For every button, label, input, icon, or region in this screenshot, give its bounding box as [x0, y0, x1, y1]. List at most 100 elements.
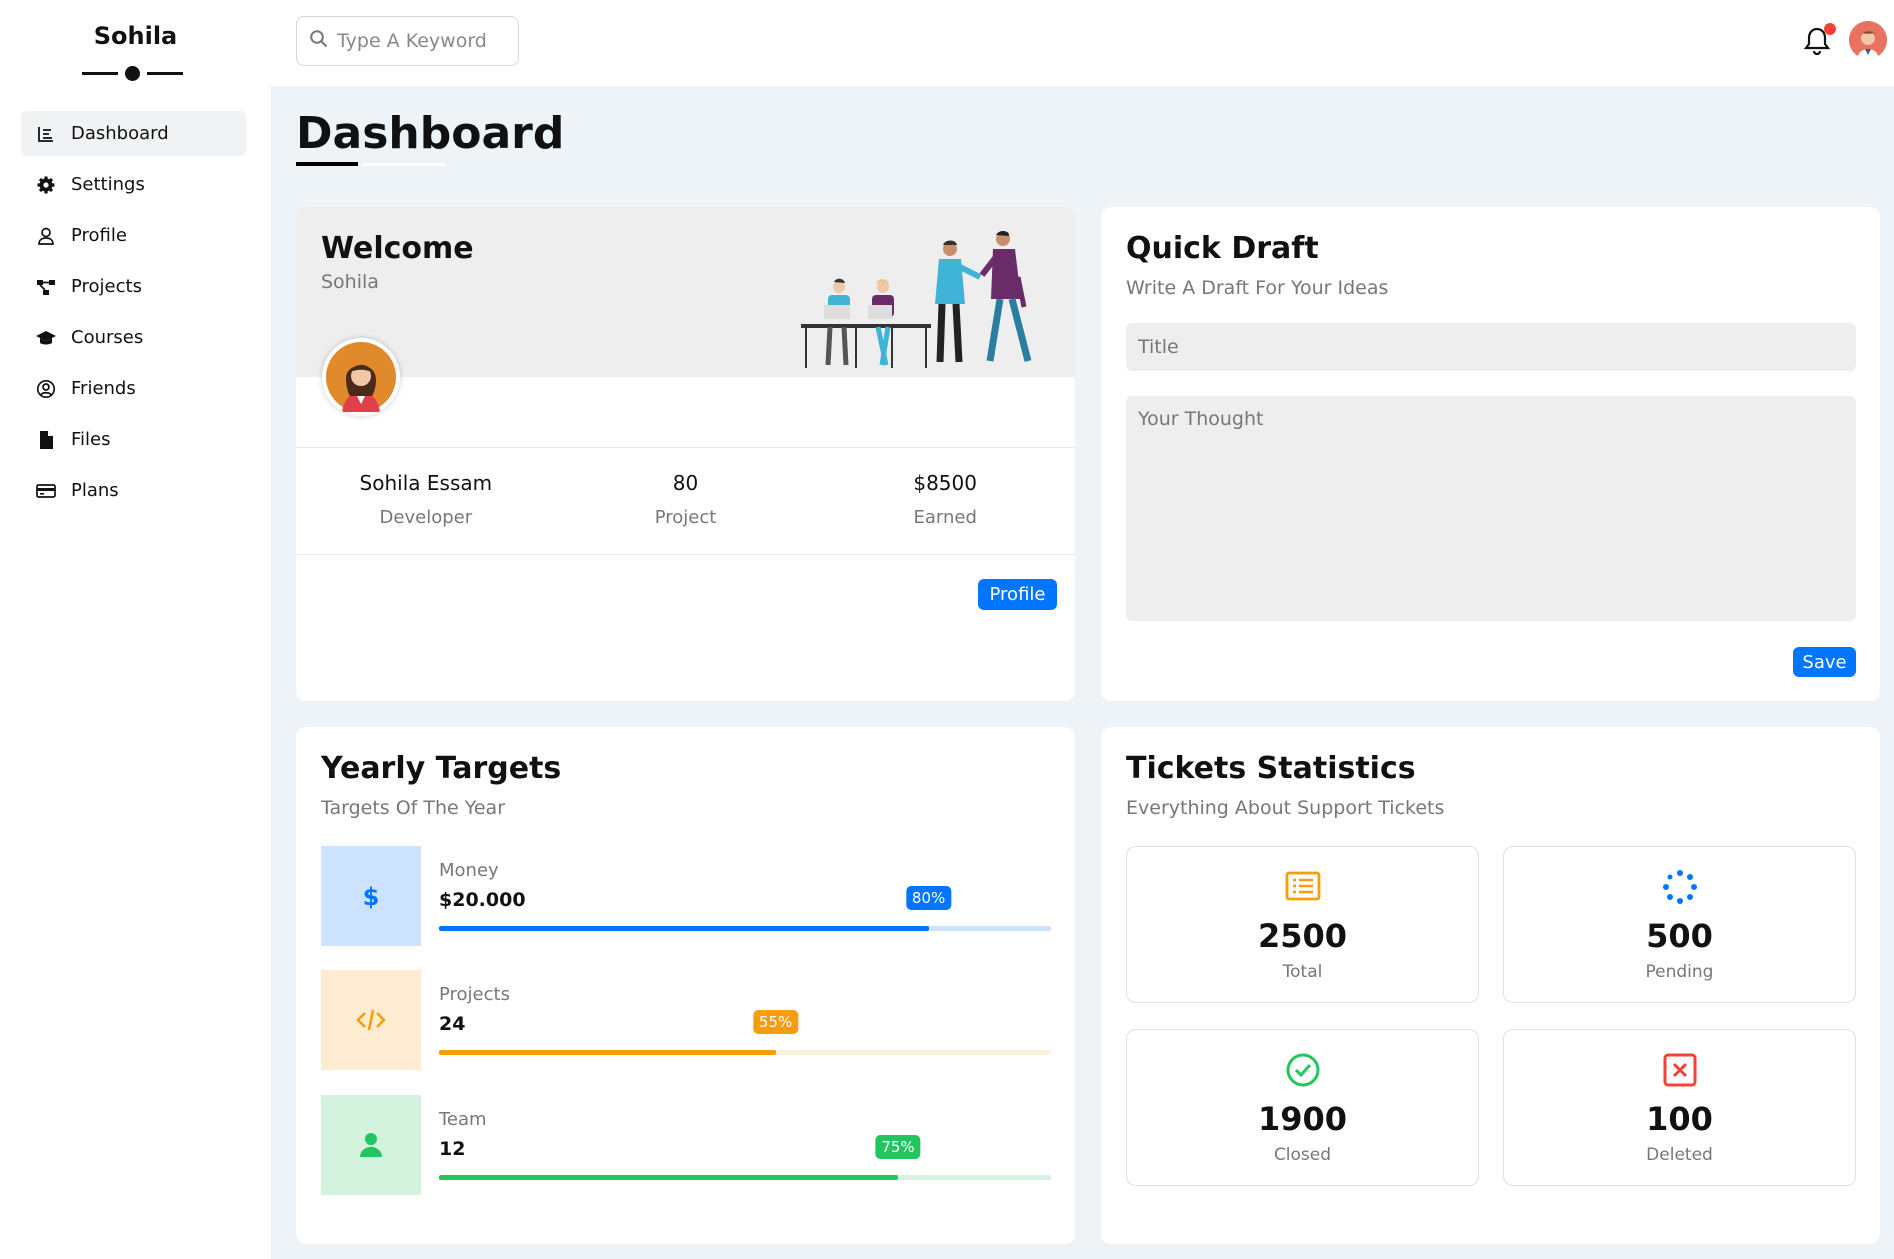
brand-mark [82, 66, 183, 81]
sidebar-item-label: Projects [71, 276, 142, 297]
draft-thought-textarea[interactable] [1126, 396, 1856, 621]
targets-title: Yearly Targets [321, 751, 562, 786]
stat-earned: $8500 Earned [815, 448, 1075, 554]
top-bar [271, 0, 1894, 86]
draft-title-input[interactable] [1126, 323, 1856, 371]
save-button[interactable]: Save [1793, 647, 1856, 677]
welcome-avatar[interactable] [322, 338, 400, 416]
search-input[interactable] [337, 30, 507, 52]
stat-label: Developer [379, 507, 473, 528]
target-value: 24 [439, 1013, 466, 1035]
check-circle-icon [1286, 1053, 1319, 1087]
ticket-count: 1900 [1257, 1100, 1348, 1138]
target-progress-track [439, 1175, 1051, 1180]
stat-value: Sohila Essam [359, 471, 493, 495]
ticket-closed[interactable]: 1900 Closed [1126, 1029, 1479, 1186]
stat-label: Project [654, 507, 717, 528]
ticket-label: Total [1282, 962, 1323, 982]
notification-badge [1824, 23, 1836, 35]
target-icon-box: $ [321, 846, 421, 946]
search-box[interactable] [296, 16, 519, 66]
ticket-total[interactable]: 2500 Total [1126, 846, 1479, 1003]
quick-draft-card: Quick Draft Write A Draft For Your Ideas… [1101, 207, 1880, 701]
sidebar-item-plans[interactable]: Plans [21, 468, 246, 513]
stat-label: Earned [913, 507, 977, 528]
ticket-label: Deleted [1646, 1145, 1713, 1165]
target-progress-fill [439, 926, 929, 931]
target-label: Team [439, 1109, 487, 1130]
target-label: Projects [439, 984, 510, 1005]
yearly-targets-card: Yearly Targets Targets Of The Year $ Mon… [296, 727, 1075, 1244]
sidebar-item-label: Courses [71, 327, 144, 348]
sidebar-item-dashboard[interactable]: Dashboard [21, 111, 246, 156]
sidebar-item-label: Dashboard [71, 123, 169, 144]
ticket-deleted[interactable]: 100 Deleted [1503, 1029, 1856, 1186]
spinner-icon [1662, 870, 1697, 904]
tickets-subtitle: Everything About Support Tickets [1126, 797, 1445, 819]
target-percent-badge: 80% [905, 886, 952, 910]
draft-subtitle: Write A Draft For Your Ideas [1126, 277, 1389, 299]
sidebar-item-label: Plans [71, 480, 119, 501]
sidebar-item-label: Files [71, 429, 111, 450]
list-icon [1285, 871, 1320, 901]
page-title: Dashboard [296, 108, 565, 159]
ticket-pending[interactable]: 500 Pending [1503, 846, 1856, 1003]
target-label: Money [439, 860, 499, 881]
sidebar-item-profile[interactable]: Profile [21, 213, 246, 258]
ticket-label: Pending [1645, 962, 1714, 982]
sidebar-item-settings[interactable]: Settings [21, 162, 246, 207]
sidebar-item-label: Settings [71, 174, 145, 195]
stat-name: Sohila Essam Developer [296, 448, 556, 554]
target-value: $20.000 [439, 889, 526, 911]
team-illustration [801, 230, 1032, 368]
stat-value: $8500 [913, 471, 977, 495]
search-icon [309, 29, 337, 53]
x-square-icon [1663, 1053, 1696, 1087]
ticket-count: 500 [1646, 917, 1713, 955]
welcome-title: Welcome [321, 231, 474, 266]
credit-card-icon [35, 481, 57, 501]
stat-value: 80 [672, 471, 699, 495]
svg-text:$: $ [363, 883, 380, 911]
welcome-header: Welcome Sohila [296, 207, 1075, 377]
stat-projects: 80 Project [556, 448, 816, 554]
welcome-name: Sohila [321, 271, 379, 293]
target-icon-box [321, 1095, 421, 1195]
user-icon [35, 226, 57, 246]
tickets-statistics-card: Tickets Statistics Everything About Supp… [1101, 727, 1880, 1244]
dollar-icon: $ [363, 883, 380, 911]
sidebar-item-files[interactable]: Files [21, 417, 246, 462]
sidebar: Sohila Dashboard Settings Profile Projec… [0, 0, 271, 1259]
brand-name: Sohila [93, 22, 178, 50]
chart-icon [35, 124, 57, 144]
gear-icon [35, 175, 57, 195]
draft-title: Quick Draft [1126, 231, 1319, 266]
file-icon [35, 430, 57, 450]
title-underline-accent [362, 163, 446, 166]
welcome-card: Welcome Sohila Sohila Essam Developer 80… [296, 207, 1075, 701]
target-percent-badge: 55% [752, 1010, 799, 1034]
diagram-icon [35, 277, 57, 297]
target-icon-box [321, 970, 421, 1070]
target-money: $ Money $20.000 80% [321, 846, 1051, 946]
profile-button[interactable]: Profile [978, 579, 1057, 610]
code-icon [356, 1009, 386, 1031]
ticket-count: 2500 [1257, 917, 1348, 955]
target-progress-track [439, 1050, 1051, 1055]
target-progress-fill [439, 1050, 776, 1055]
sidebar-item-courses[interactable]: Courses [21, 315, 246, 360]
avatar[interactable] [1849, 21, 1887, 59]
target-progress-fill [439, 1175, 898, 1180]
target-percent-badge: 75% [875, 1135, 921, 1159]
sidebar-item-label: Profile [71, 225, 127, 246]
ticket-label: Closed [1273, 1145, 1332, 1165]
target-projects: Projects 24 55% [321, 970, 1051, 1070]
sidebar-nav: Dashboard Settings Profile Projects Cour… [21, 111, 246, 519]
targets-subtitle: Targets Of The Year [321, 797, 506, 819]
sidebar-item-friends[interactable]: Friends [21, 366, 246, 411]
welcome-stats: Sohila Essam Developer 80 Project $8500 … [296, 447, 1075, 555]
user-icon [360, 1133, 382, 1157]
title-underline [296, 162, 358, 166]
graduation-cap-icon [35, 328, 57, 348]
sidebar-item-projects[interactable]: Projects [21, 264, 246, 309]
